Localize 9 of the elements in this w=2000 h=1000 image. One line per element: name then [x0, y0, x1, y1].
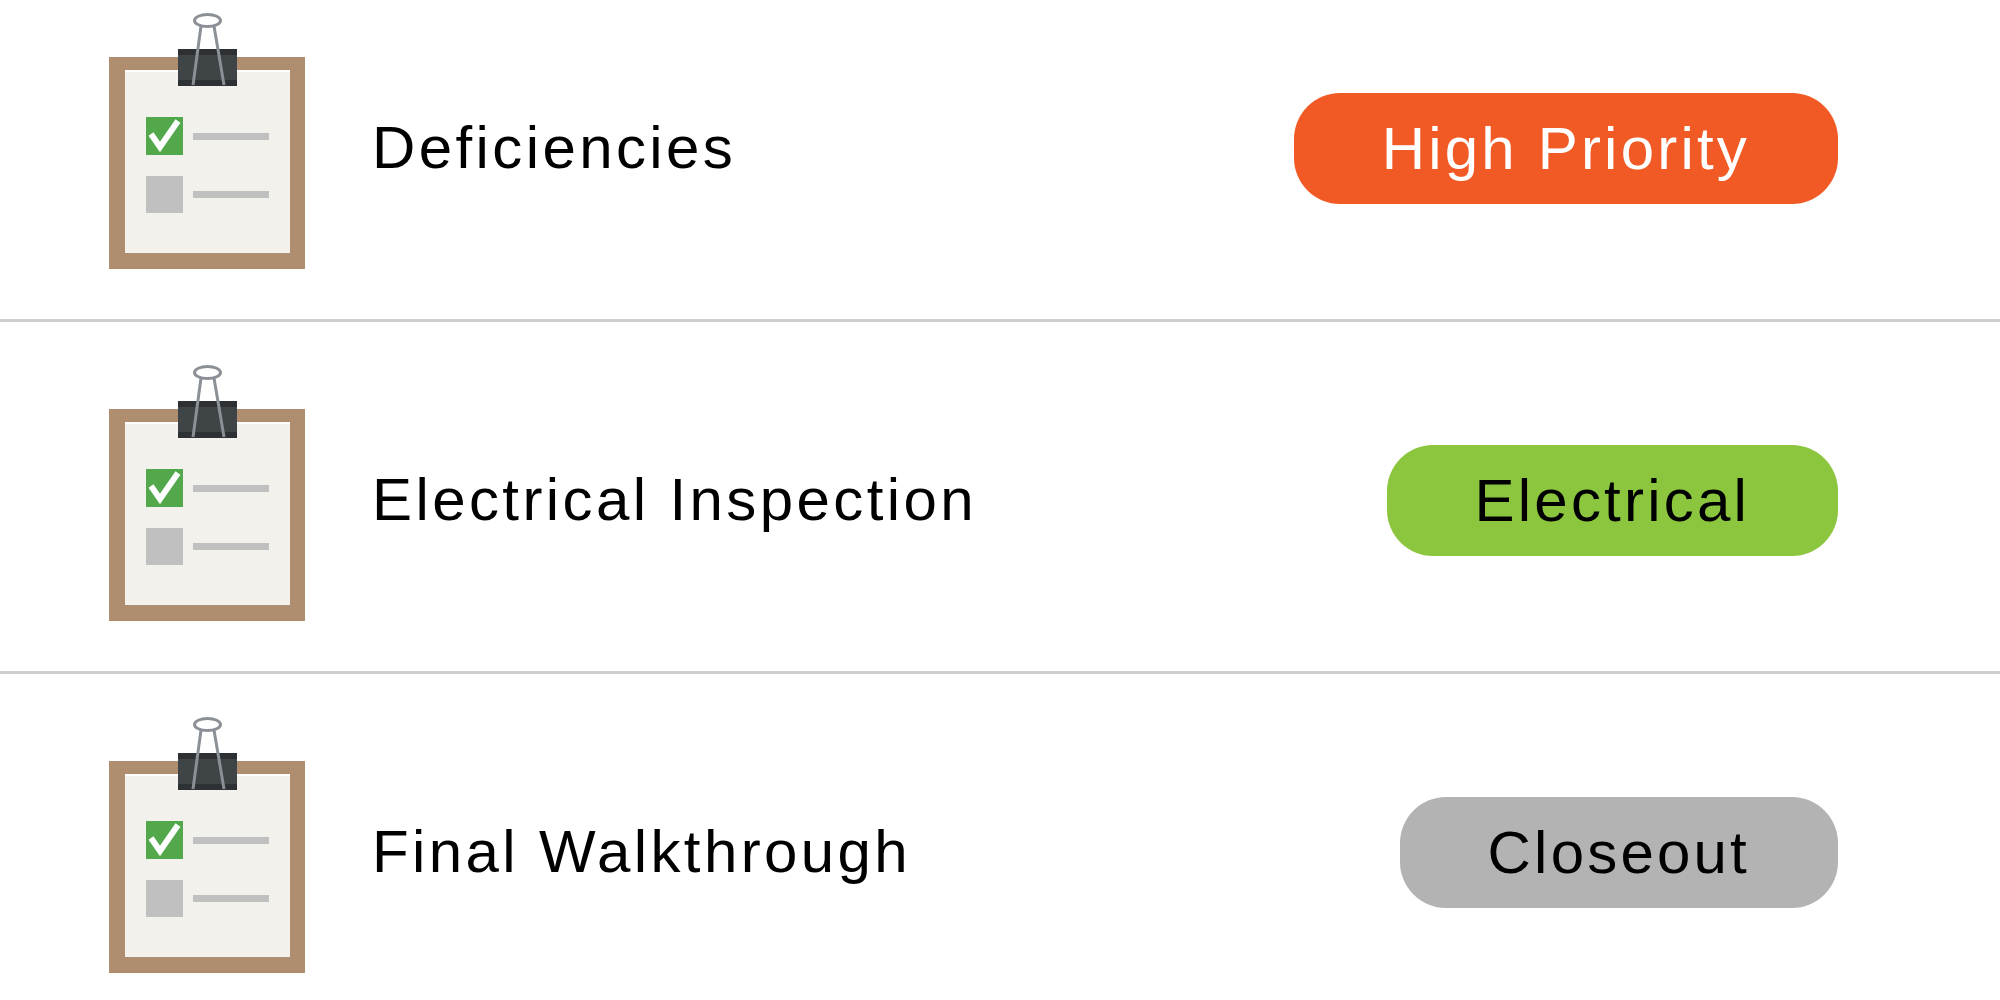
clipboard-icon — [109, 364, 305, 621]
category-tag: Closeout — [1399, 797, 1838, 908]
category-tag: High Priority — [1293, 93, 1838, 204]
checklist-title: Electrical Inspection — [372, 465, 977, 534]
category-tag: Electrical — [1386, 445, 1838, 556]
clipboard-icon — [109, 716, 305, 973]
checklist-title: Deficiencies — [372, 113, 737, 182]
clipboard-icon — [109, 12, 305, 269]
checklist-title: Final Walkthrough — [372, 817, 912, 886]
